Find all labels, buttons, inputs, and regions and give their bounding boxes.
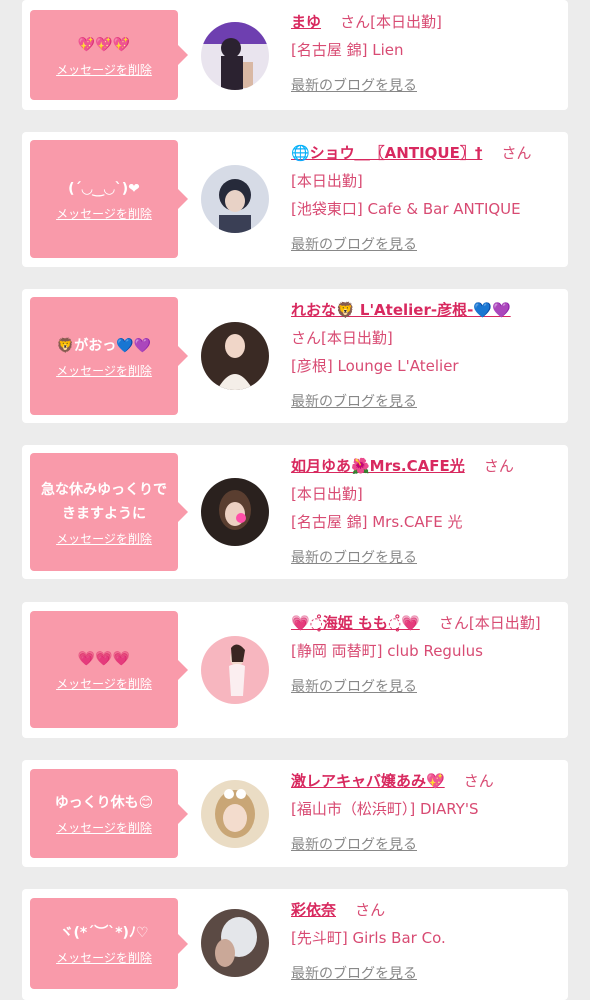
message-text: 🦁がおっ💙💜 — [56, 337, 152, 354]
honorific: さん — [463, 772, 494, 790]
shop-text: [福山市（松浜町）] DIARY'S — [291, 800, 479, 818]
message-text: ゆっくり休も😊 — [54, 795, 154, 811]
status-text: [本日出勤] — [370, 13, 442, 31]
delete-message-link[interactable]: メッセージを削除 — [56, 61, 152, 78]
view-blog-link[interactable]: 最新のブログを見る — [291, 831, 561, 859]
shop-text: [池袋東口] Cafe & Bar ANTIQUE — [291, 200, 521, 218]
message-text: 急な休みゆっくりできますように — [41, 481, 167, 522]
shop-text: [静岡 両替町] club Regulus — [291, 642, 483, 660]
avatar[interactable] — [201, 909, 269, 977]
message-text: 💗💗💗 — [77, 651, 131, 667]
status-text: [本日出勤] — [291, 172, 363, 190]
message-card: 🦁がおっ💙💜 メッセージを削除 れおな🦁 L'Atelier-彦根-💙💜 さん[… — [22, 289, 568, 423]
entry-info: 激レアキャバ嬢あみ💖 さん [福山市（松浜町）] DIARY'S 最新のブログを… — [291, 767, 561, 859]
delete-message-link[interactable]: メッセージを削除 — [56, 362, 152, 379]
avatar[interactable] — [201, 322, 269, 390]
message-bubble: ヾ(*´︶`*)ﾉ♡ メッセージを削除 — [30, 898, 188, 989]
message-text: ヾ(*´︶`*)ﾉ♡ — [59, 925, 149, 941]
honorific: さん — [483, 457, 514, 475]
view-blog-link[interactable]: 最新のブログを見る — [291, 673, 561, 701]
status-text: [本日出勤] — [468, 614, 541, 632]
avatar-photo-icon — [201, 22, 269, 90]
message-card: 急な休みゆっくりできますように メッセージを削除 如月ゆあ🌺Mrs.CAFE光 … — [22, 445, 568, 579]
cast-name-link[interactable]: まゆ — [291, 13, 321, 31]
avatar-photo-icon — [201, 780, 269, 848]
avatar-photo-icon — [201, 478, 269, 546]
avatar-photo-icon — [201, 636, 269, 704]
entry-info: 如月ゆあ🌺Mrs.CAFE光 さん [本日出勤] [名古屋 錦] Mrs.CAF… — [291, 452, 561, 572]
message-text: 💖💖💖 — [77, 36, 131, 53]
avatar[interactable] — [201, 478, 269, 546]
cast-name-link[interactable]: 激レアキャバ嬢あみ💖 — [291, 772, 445, 790]
entry-info: 🌐ショウ＿〖ANTIQUE〗† さん [本日出勤] [池袋東口] Cafe & … — [291, 139, 561, 259]
view-blog-link[interactable]: 最新のブログを見る — [291, 388, 561, 416]
avatar-photo-icon — [201, 322, 269, 390]
message-bubble: 🦁がおっ💙💜 メッセージを削除 — [30, 297, 188, 415]
view-blog-link[interactable]: 最新のブログを見る — [291, 544, 561, 572]
honorific: さん — [291, 329, 322, 347]
message-card: ヾ(*´︶`*)ﾉ♡ メッセージを削除 彩依奈 さん [先斗町] Girls B… — [22, 889, 568, 1000]
shop-text: [名古屋 錦] Mrs.CAFE 光 — [291, 513, 463, 531]
avatar-photo-icon — [201, 909, 269, 977]
delete-message-link[interactable]: メッセージを削除 — [56, 949, 152, 966]
avatar[interactable] — [201, 22, 269, 90]
shop-text: [名古屋 錦] Lien — [291, 41, 404, 59]
entry-info: まゆ さん[本日出勤] [名古屋 錦] Lien 最新のブログを見る — [291, 8, 561, 100]
message-bubble: (´◡‿◡`)❤ メッセージを削除 — [30, 140, 188, 258]
shop-text: [彦根] Lounge L'Atelier — [291, 357, 459, 375]
message-bubble: 💗💗💗 メッセージを削除 — [30, 611, 188, 728]
message-bubble: 💖💖💖 メッセージを削除 — [30, 10, 188, 100]
message-bubble: ゆっくり休も😊 メッセージを削除 — [30, 769, 188, 858]
view-blog-link[interactable]: 最新のブログを見る — [291, 960, 561, 988]
message-card: (´◡‿◡`)❤ メッセージを削除 🌐ショウ＿〖ANTIQUE〗† さん [本日… — [22, 132, 568, 267]
cast-name-link[interactable]: れおな🦁 L'Atelier-彦根-💙💜 — [291, 301, 511, 319]
avatar-photo-icon — [201, 165, 269, 233]
cast-name-link[interactable]: 如月ゆあ🌺Mrs.CAFE光 — [291, 457, 465, 475]
avatar[interactable] — [201, 636, 269, 704]
cast-name-link[interactable]: 💗◌̥̊海姫 もも◌̥̊💗 — [291, 614, 420, 632]
view-blog-link[interactable]: 最新のブログを見る — [291, 231, 561, 259]
message-text: (´◡‿◡`)❤ — [68, 180, 140, 197]
entry-info: 💗◌̥̊海姫 もも◌̥̊💗 さん[本日出勤] [静岡 両替町] club Reg… — [291, 609, 561, 701]
honorific: さん — [340, 13, 371, 31]
status-text: [本日出勤] — [291, 485, 363, 503]
honorific: さん — [438, 614, 469, 632]
cast-name-link[interactable]: 彩依奈 — [291, 901, 336, 919]
avatar[interactable] — [201, 780, 269, 848]
delete-message-link[interactable]: メッセージを削除 — [56, 530, 152, 547]
cast-name-link[interactable]: 🌐ショウ＿〖ANTIQUE〗† — [291, 144, 482, 162]
message-bubble: 急な休みゆっくりできますように メッセージを削除 — [30, 453, 188, 571]
delete-message-link[interactable]: メッセージを削除 — [56, 675, 152, 692]
message-card: 💗💗💗 メッセージを削除 💗◌̥̊海姫 もも◌̥̊💗 さん[本日出勤] [静岡 … — [22, 602, 568, 738]
view-blog-link[interactable]: 最新のブログを見る — [291, 72, 561, 100]
shop-text: [先斗町] Girls Bar Co. — [291, 929, 446, 947]
message-card: 💖💖💖 メッセージを削除 まゆ さん[本日出勤] [名古屋 錦] Lien 最新… — [22, 0, 568, 110]
delete-message-link[interactable]: メッセージを削除 — [56, 205, 152, 222]
status-text: [本日出勤] — [321, 329, 393, 347]
entry-info: れおな🦁 L'Atelier-彦根-💙💜 さん[本日出勤] [彦根] Loung… — [291, 296, 561, 416]
honorific: さん — [355, 901, 386, 919]
delete-message-link[interactable]: メッセージを削除 — [56, 819, 152, 836]
entry-info: 彩依奈 さん [先斗町] Girls Bar Co. 最新のブログを見る — [291, 896, 561, 988]
avatar[interactable] — [201, 165, 269, 233]
message-card: ゆっくり休も😊 メッセージを削除 激レアキャバ嬢あみ💖 さん [福山市（松浜町）… — [22, 760, 568, 867]
honorific: さん — [501, 144, 532, 162]
